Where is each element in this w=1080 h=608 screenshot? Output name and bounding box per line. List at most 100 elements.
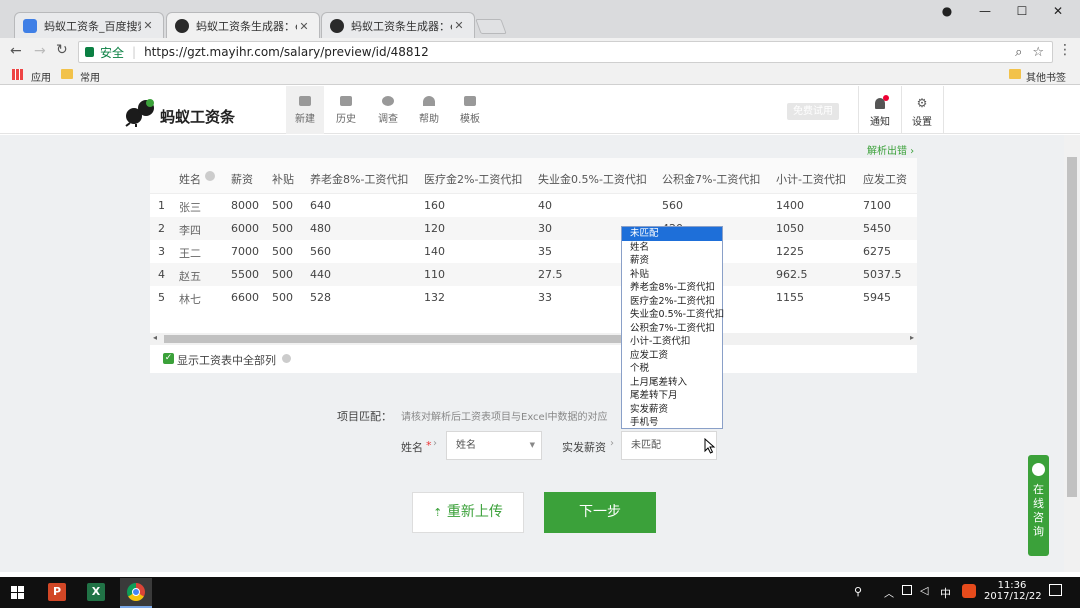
app-logo-text[interactable]: 蚂蚁工资条 xyxy=(160,106,235,127)
minimize-button[interactable]: — xyxy=(972,4,998,20)
back-icon[interactable]: ← xyxy=(10,43,22,59)
dropdown-option[interactable]: 小计-工资代扣 xyxy=(622,335,722,349)
dropdown-option[interactable]: 医疗金2%-工资代扣 xyxy=(622,295,722,309)
dropdown-option[interactable]: 养老金8%-工资代扣 xyxy=(622,281,722,295)
caret-down-icon: ▼ xyxy=(529,441,535,449)
required-marker: * xyxy=(426,439,432,452)
pay-select-dropdown[interactable]: 未匹配 姓名 薪资 补贴 养老金8%-工资代扣 医疗金2%-工资代扣 失业金0.5%-工资代… xyxy=(621,226,724,430)
chevron-right-icon: › xyxy=(433,438,437,449)
table-cell: 140 xyxy=(424,245,445,258)
forward-icon[interactable]: → xyxy=(34,43,46,59)
table-cell: 7100 xyxy=(863,199,891,212)
dropdown-option[interactable]: 补贴 xyxy=(622,268,722,282)
new-tab-button[interactable] xyxy=(475,19,507,34)
browser-tab-active[interactable]: 蚂蚁工资条生成器：excel ✕ xyxy=(166,12,320,39)
nav-template[interactable]: 模板 xyxy=(450,96,490,125)
name-select[interactable]: 姓名 ▼ xyxy=(446,431,542,460)
people-icon[interactable]: ⚲ xyxy=(854,585,862,598)
reload-icon[interactable]: ↻ xyxy=(56,42,68,58)
headset-icon xyxy=(423,96,435,106)
menu-icon[interactable]: ⋮ xyxy=(1058,42,1072,58)
free-trial-button[interactable]: 免费试用 xyxy=(787,103,839,120)
next-step-button[interactable]: 下一步 xyxy=(544,492,656,533)
table-cell: 5945 xyxy=(863,291,891,304)
table-cell: 500 xyxy=(272,291,293,304)
folder-icon xyxy=(61,69,73,79)
table-cell: 1 xyxy=(158,199,165,212)
dropdown-option[interactable]: 薪资 xyxy=(622,254,722,268)
table-cell: 480 xyxy=(310,222,331,235)
dropdown-option[interactable]: 实发薪资 xyxy=(622,403,722,417)
match-label: 项目匹配： xyxy=(337,410,392,423)
nav-survey[interactable]: 调查 xyxy=(368,96,408,125)
divider xyxy=(858,86,859,134)
browser-tab[interactable]: 蚂蚁工资条生成器：excel ✕ xyxy=(321,12,475,38)
dropdown-option[interactable]: 尾差转下月 xyxy=(622,389,722,403)
bookmark-apps[interactable]: 应用 xyxy=(31,69,51,84)
history-icon xyxy=(340,96,352,106)
nav-history[interactable]: 历史 xyxy=(326,96,366,125)
dropdown-option[interactable]: 公积金7%-工资代扣 xyxy=(622,322,722,336)
bookmark-folder[interactable]: 常用 xyxy=(80,69,100,84)
reupload-button[interactable]: ⇡ 重新上传 xyxy=(412,492,524,533)
show-all-checkbox[interactable]: ✓ xyxy=(163,353,174,364)
user-profile-icon[interactable]: ● xyxy=(934,4,960,20)
table-cell: 5500 xyxy=(231,268,259,281)
sogou-ime-icon[interactable] xyxy=(962,584,976,598)
ime-indicator[interactable]: 中 xyxy=(940,585,951,601)
url-text[interactable]: https://gzt.mayihr.com/salary/preview/id… xyxy=(144,45,429,59)
bell-icon xyxy=(875,95,889,109)
volume-icon[interactable]: ◁ xyxy=(920,584,928,597)
chevron-up-icon[interactable]: ︿ xyxy=(884,585,894,600)
dropdown-option[interactable]: 应发工资 xyxy=(622,349,722,363)
tab-close-icon[interactable]: ✕ xyxy=(452,19,466,32)
notification-center-icon[interactable] xyxy=(1049,584,1062,596)
table-cell: 35 xyxy=(538,245,552,258)
column-header: 小计-工资代扣 xyxy=(776,173,846,186)
dropdown-option[interactable]: 失业金0.5%-工资代扣 xyxy=(622,308,724,322)
table-h-scrollbar[interactable]: ◂ ▸ xyxy=(150,333,917,345)
nav-new[interactable]: 新建 xyxy=(285,96,325,125)
column-header: 养老金8%-工资代扣 xyxy=(310,173,409,186)
bookmark-other[interactable]: 其他书签 xyxy=(1026,69,1066,84)
pay-select[interactable]: 未匹配 xyxy=(621,431,717,460)
network-icon[interactable] xyxy=(902,585,912,595)
table-cell: 30 xyxy=(538,222,552,235)
settings-button[interactable]: ⚙ 设置 xyxy=(902,97,942,128)
tab-close-icon[interactable]: ✕ xyxy=(141,19,155,32)
windows-start-icon[interactable] xyxy=(11,586,24,599)
parse-error-label: 解析出错 xyxy=(867,146,907,157)
parse-error-link[interactable]: 解析出错 › xyxy=(867,142,914,157)
bookmark-star-icon[interactable]: ☆ xyxy=(1032,45,1044,60)
online-chat-tab[interactable]: 在线咨询 xyxy=(1028,455,1049,556)
divider xyxy=(943,86,944,134)
taskbar-clock[interactable]: 11:36 2017/12/22 xyxy=(984,580,1042,602)
chat-icon xyxy=(1032,463,1045,476)
maximize-button[interactable]: ☐ xyxy=(1009,4,1035,20)
table-cell: 李四 xyxy=(179,224,201,237)
table-cell: 张三 xyxy=(179,201,201,214)
table-cell: 640 xyxy=(310,199,331,212)
chevron-right-icon: › xyxy=(610,438,614,449)
powerpoint-icon[interactable]: P xyxy=(48,583,66,601)
notify-button[interactable]: 通知 xyxy=(860,95,900,128)
dropdown-option[interactable]: 姓名 xyxy=(622,241,722,255)
dropdown-option[interactable]: 上月尾差转入 xyxy=(622,376,722,390)
nav-help[interactable]: 帮助 xyxy=(409,96,449,125)
table-cell: 560 xyxy=(310,245,331,258)
chrome-taskbar-item[interactable] xyxy=(120,578,152,608)
dropdown-option[interactable]: 未匹配 xyxy=(622,227,722,241)
address-bar[interactable]: 安全 | https://gzt.mayihr.com/salary/previ… xyxy=(78,41,1053,63)
nav-label: 调查 xyxy=(378,114,398,125)
nav-label: 模板 xyxy=(460,114,480,125)
dropdown-option[interactable]: 个税 xyxy=(622,362,722,376)
dropdown-option[interactable]: 手机号 xyxy=(622,416,722,430)
browser-tab[interactable]: 蚂蚁工资条_百度搜索 ✕ xyxy=(14,12,164,38)
lock-icon xyxy=(85,47,94,57)
page-scrollbar[interactable] xyxy=(1064,135,1080,572)
tab-close-icon[interactable]: ✕ xyxy=(297,20,311,33)
close-window-button[interactable]: ✕ xyxy=(1045,4,1071,20)
excel-icon[interactable]: X xyxy=(87,583,105,601)
table-cell: 8000 xyxy=(231,199,259,212)
zoom-icon[interactable]: ⌕ xyxy=(1015,45,1022,60)
